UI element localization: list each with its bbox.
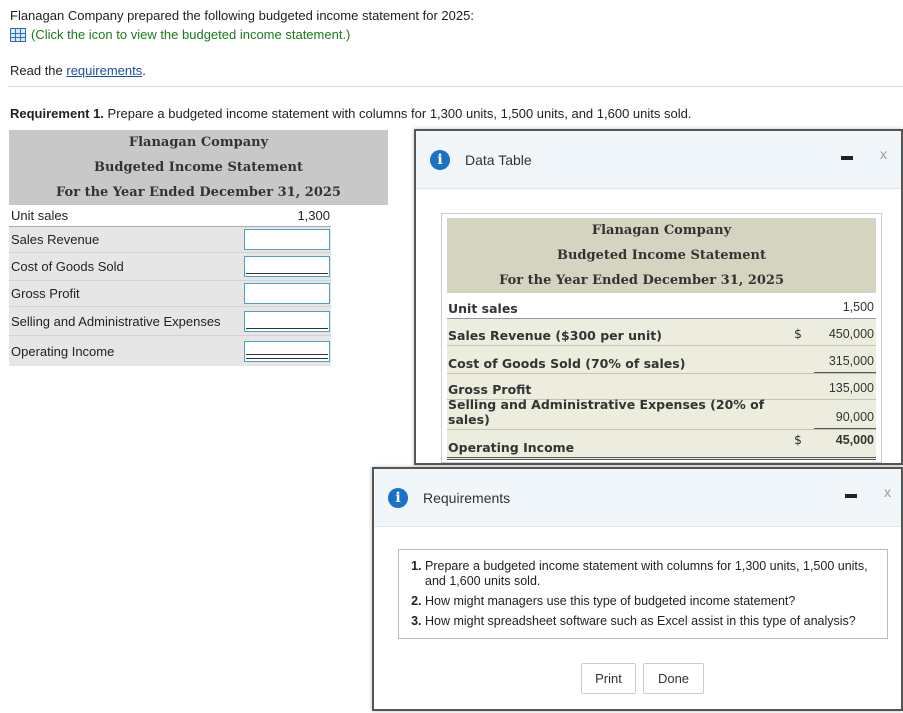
cogs-row: Cost of Goods Sold bbox=[9, 253, 331, 281]
statement-period: For the Year Ended December 31, 2025 bbox=[499, 273, 784, 288]
row-amount: 135,000 bbox=[828, 381, 874, 395]
table-row: Sales Revenue ($300 per unit) $ 450,000 bbox=[447, 319, 876, 346]
minimize-icon[interactable] bbox=[841, 156, 853, 160]
gross-profit-row: Gross Profit bbox=[9, 281, 331, 307]
sga-input[interactable] bbox=[244, 310, 330, 332]
print-button[interactable]: Print bbox=[581, 663, 636, 694]
cogs-input[interactable] bbox=[244, 256, 330, 277]
row-label: Cost of Goods Sold (70% of sales) bbox=[448, 356, 686, 371]
statement-name: Budgeted Income Statement bbox=[556, 248, 767, 263]
requirements-link[interactable]: requirements bbox=[66, 63, 142, 78]
done-button[interactable]: Done bbox=[643, 663, 704, 694]
info-icon: i bbox=[430, 149, 450, 170]
view-statement-link-text[interactable]: (Click the icon to view the budgeted inc… bbox=[31, 27, 350, 42]
table-row: Selling and Administrative Expenses (20%… bbox=[447, 397, 876, 430]
list-item: Prepare a budgeted income statement with… bbox=[425, 559, 877, 589]
table-row: Cost of Goods Sold (70% of sales) 315,00… bbox=[447, 346, 876, 374]
unit-sales-row: Unit sales 1,300 bbox=[9, 205, 331, 227]
table-grid-icon[interactable] bbox=[10, 27, 26, 42]
row-amount: 450,000 bbox=[828, 327, 874, 341]
row-currency bbox=[794, 369, 814, 373]
row-label: Operating Income bbox=[11, 343, 115, 359]
row-label: Gross Profit bbox=[11, 286, 80, 301]
requirements-title: Requirements bbox=[423, 489, 511, 506]
statement-name: Budgeted Income Statement bbox=[93, 160, 304, 175]
budget-table-body: Unit sales 1,300 Sales Revenue Cost of G… bbox=[9, 205, 331, 366]
row-amount: 1,500 bbox=[842, 300, 874, 314]
requirements-list-box: Prepare a budgeted income statement with… bbox=[398, 549, 888, 639]
read-requirements: Read the requirements. bbox=[10, 63, 146, 78]
list-item: How might managers use this type of budg… bbox=[425, 594, 877, 609]
unit-sales-value: 1,300 bbox=[297, 208, 330, 223]
row-amount: 45,000 bbox=[835, 433, 874, 447]
budget-input-table: Flanagan Company Budgeted Income Stateme… bbox=[9, 130, 388, 366]
view-statement-link[interactable]: (Click the icon to view the budgeted inc… bbox=[10, 27, 350, 42]
row-label: Sales Revenue ($300 per unit) bbox=[448, 328, 662, 343]
close-icon[interactable]: x bbox=[884, 484, 891, 500]
data-table-title: Data Table bbox=[465, 151, 532, 168]
row-currency bbox=[794, 425, 814, 429]
data-table-header: Flanagan Company Budgeted Income Stateme… bbox=[447, 218, 876, 293]
minimize-icon[interactable] bbox=[845, 494, 857, 498]
row-amount: 315,000 bbox=[814, 354, 876, 373]
row-currency: $ bbox=[794, 432, 802, 447]
row-currency bbox=[794, 314, 814, 318]
requirement-1-text: Requirement 1. Prepare a budgeted income… bbox=[10, 106, 691, 121]
row-currency bbox=[794, 395, 814, 399]
row-label: Operating Income bbox=[448, 440, 575, 455]
company-name: Flanagan Company bbox=[128, 135, 269, 150]
info-icon: i bbox=[388, 487, 408, 508]
list-item: How might spreadsheet software such as E… bbox=[425, 614, 877, 629]
read-suffix: . bbox=[142, 63, 146, 78]
data-table-dialog: i Data Table x Flanagan Company Budgeted… bbox=[414, 129, 903, 465]
statement-period: For the Year Ended December 31, 2025 bbox=[56, 185, 341, 200]
data-table-frame: Flanagan Company Budgeted Income Stateme… bbox=[441, 213, 882, 463]
row-label: Selling and Administrative Expenses bbox=[11, 313, 221, 329]
row-label: Selling and Administrative Expenses (20%… bbox=[448, 397, 765, 427]
divider bbox=[8, 86, 903, 87]
requirements-dialog: i Requirements x Prepare a budgeted inco… bbox=[372, 467, 903, 711]
sga-row: Selling and Administrative Expenses bbox=[9, 307, 331, 336]
gross-profit-input[interactable] bbox=[244, 283, 330, 304]
company-name: Flanagan Company bbox=[591, 223, 732, 238]
requirement-1-label: Requirement 1. bbox=[10, 106, 104, 121]
budget-table-header: Flanagan Company Budgeted Income Stateme… bbox=[9, 130, 388, 205]
requirements-list: Prepare a budgeted income statement with… bbox=[409, 559, 877, 629]
data-table-dialog-header[interactable]: i Data Table x bbox=[416, 131, 901, 189]
intro-text: Flanagan Company prepared the following … bbox=[10, 8, 474, 23]
operating-income-input[interactable] bbox=[244, 340, 330, 362]
operating-income-row: Operating Income bbox=[9, 336, 331, 366]
table-row: Operating Income $ 45,000 bbox=[447, 430, 876, 460]
close-icon[interactable]: x bbox=[880, 146, 887, 162]
requirement-1-body: Prepare a budgeted income statement with… bbox=[103, 106, 692, 121]
row-currency: $ bbox=[794, 326, 802, 341]
data-table-body: Unit sales 1,500 Sales Revenue ($300 per… bbox=[447, 293, 876, 460]
row-amount: 90,000 bbox=[814, 410, 876, 429]
table-row: Unit sales 1,500 bbox=[447, 293, 876, 319]
read-prefix: Read the bbox=[10, 63, 67, 78]
data-table: Flanagan Company Budgeted Income Stateme… bbox=[447, 218, 876, 460]
row-label: Unit sales bbox=[448, 301, 518, 316]
requirements-dialog-header[interactable]: i Requirements x bbox=[374, 469, 901, 527]
row-label: Cost of Goods Sold bbox=[11, 259, 124, 274]
sales-revenue-row: Sales Revenue bbox=[9, 227, 331, 253]
sales-revenue-input[interactable] bbox=[244, 229, 330, 250]
row-label: Sales Revenue bbox=[11, 232, 100, 247]
unit-sales-label: Unit sales bbox=[11, 208, 69, 223]
